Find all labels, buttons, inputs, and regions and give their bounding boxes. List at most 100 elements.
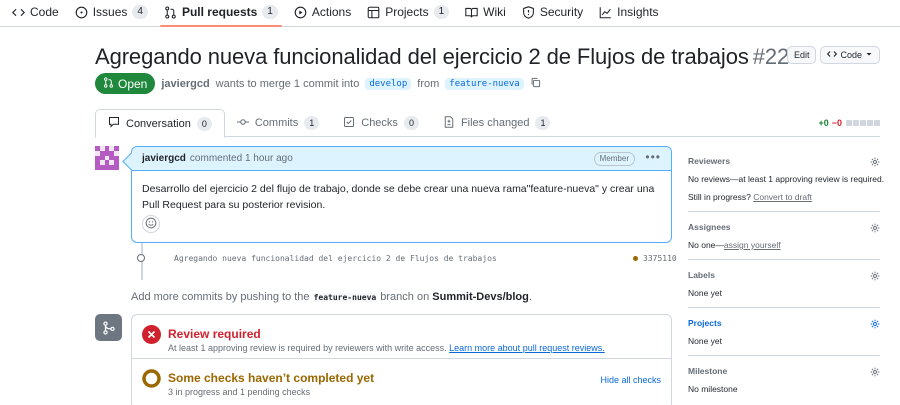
code-dropdown-button[interactable]: Code xyxy=(820,46,880,64)
review-required-text: At least 1 approving review is required … xyxy=(168,343,605,353)
sidebar-labels: Labels None yet xyxy=(688,260,880,308)
nav-code[interactable]: Code xyxy=(4,0,67,24)
nav-insights[interactable]: Insights xyxy=(591,0,666,24)
commit-message[interactable]: Agregando nueva funcionalidad del ejerci… xyxy=(174,254,497,263)
comment-timestamp[interactable]: commented 1 hour ago xyxy=(190,153,293,164)
sidebar-projects: Projects None yet xyxy=(688,308,880,356)
assignees-text: No one—assign yourself xyxy=(688,240,880,250)
pr-author-link[interactable]: javiergcd xyxy=(161,78,209,90)
commit-status-icon[interactable] xyxy=(633,256,638,261)
head-branch[interactable]: feature-nueva xyxy=(445,77,524,90)
sidebar-milestone: Milestone No milestone xyxy=(688,356,880,403)
pull-requests-counter: 1 xyxy=(262,5,278,19)
copy-icon[interactable] xyxy=(530,77,541,91)
diffstat-blocks xyxy=(845,118,880,128)
book-icon xyxy=(465,6,478,19)
edit-button[interactable]: Edit xyxy=(786,46,817,64)
avatar[interactable] xyxy=(95,146,119,170)
projects-title[interactable]: Projects xyxy=(688,318,880,328)
pr-title-text: Agregando nueva funcionalidad del ejerci… xyxy=(95,44,749,69)
checks-text: 3 in progress and 1 pending checks xyxy=(168,387,311,397)
nav-wiki[interactable]: Wiki xyxy=(457,0,514,24)
state-label: Open xyxy=(118,76,148,91)
pr-tabs: Conversation 0 Commits 1 Checks 0 Files … xyxy=(95,109,880,138)
assignees-prefix: No one— xyxy=(688,240,724,250)
nav-actions-label: Actions xyxy=(311,5,352,19)
labels-title[interactable]: Labels xyxy=(688,270,880,280)
tab-commits[interactable]: Commits 1 xyxy=(225,109,331,137)
pr-description-comment: javiergcd commented 1 hour ago Member ••… xyxy=(131,146,672,243)
add-more-suffix: . xyxy=(528,291,532,303)
assignees-title[interactable]: Assignees xyxy=(688,222,880,232)
hide-all-checks-button[interactable]: Hide all checks xyxy=(600,375,661,385)
checks-section: Some checks haven’t completed yet 3 in p… xyxy=(132,359,671,403)
issues-counter: 4 xyxy=(132,5,148,19)
comment-author[interactable]: javiergcd xyxy=(142,153,186,164)
repo-nav: Code Issues 4 Pull requests 1 Actions Pr… xyxy=(0,0,900,27)
checks-title: Some checks haven’t completed yet xyxy=(168,371,375,385)
tab-files-changed-count: 1 xyxy=(535,116,551,130)
diff-deletions: −0 xyxy=(831,118,842,128)
nav-pull-requests-label: Pull requests xyxy=(181,5,258,19)
nav-pull-requests[interactable]: Pull requests 1 xyxy=(156,0,286,27)
add-reaction-button[interactable] xyxy=(142,215,160,233)
convert-to-draft-link[interactable]: Convert to draft xyxy=(753,192,812,202)
caret-down-icon xyxy=(865,50,873,60)
commit-row: Agregando nueva funcionalidad del ejerci… xyxy=(131,250,677,266)
add-more-branch: feature-nueva xyxy=(312,293,378,302)
kebab-menu-icon[interactable]: ••• xyxy=(645,150,661,164)
nav-actions[interactable]: Actions xyxy=(286,0,359,24)
diffstat: +0 −0 xyxy=(818,118,880,128)
review-required-title: Review required xyxy=(168,327,261,341)
reviewers-title[interactable]: Reviewers xyxy=(688,156,880,166)
nav-issues[interactable]: Issues 4 xyxy=(67,0,156,24)
reviewers-progress: Still in progress? Convert to draft xyxy=(688,192,880,202)
assign-yourself-link[interactable]: assign yourself xyxy=(724,240,781,250)
commit-icon xyxy=(137,254,145,262)
page-title: Agregando nueva funcionalidad del ejerci… xyxy=(95,44,789,70)
tab-checks[interactable]: Checks 0 xyxy=(331,109,431,137)
comment-header: javiergcd commented 1 hour ago Member ••… xyxy=(132,147,671,171)
tab-conversation[interactable]: Conversation 0 xyxy=(95,109,225,138)
add-more-prefix: Add more commits by pushing to the xyxy=(131,291,310,303)
code-icon xyxy=(827,49,838,61)
nav-security-label: Security xyxy=(539,5,584,19)
gear-icon[interactable] xyxy=(870,366,880,377)
merge-box: Review required At least 1 approving rev… xyxy=(131,314,672,405)
tab-commits-label: Commits xyxy=(254,117,299,129)
nav-wiki-label: Wiki xyxy=(483,5,506,19)
projects-text: None yet xyxy=(688,336,723,346)
sidebar-assignees: Assignees No one—assign yourself xyxy=(688,212,880,260)
nav-security[interactable]: Security xyxy=(514,0,591,24)
tab-checks-count: 0 xyxy=(403,116,419,130)
learn-more-reviews-link[interactable]: Learn more about pull request reviews. xyxy=(449,343,605,353)
gear-icon[interactable] xyxy=(870,156,880,167)
gear-icon[interactable] xyxy=(870,222,880,233)
commit-sha[interactable]: 3375110 xyxy=(643,254,677,263)
commit-icon xyxy=(236,116,249,131)
projects-counter: 1 xyxy=(433,5,450,19)
tab-conversation-label: Conversation xyxy=(126,117,191,130)
add-more-middle: branch on xyxy=(380,291,430,303)
nav-issues-label: Issues xyxy=(92,5,128,19)
gear-icon[interactable] xyxy=(870,318,880,329)
milestone-title[interactable]: Milestone xyxy=(688,366,880,376)
x-circle-icon xyxy=(142,325,161,344)
code-icon xyxy=(12,6,25,19)
tab-files-changed-label: Files changed xyxy=(460,117,530,129)
issue-icon xyxy=(75,6,88,19)
tab-conversation-count: 0 xyxy=(196,116,212,131)
nav-projects[interactable]: Projects 1 xyxy=(359,0,457,24)
comment-body: Desarrollo del ejercicio 2 del flujo de … xyxy=(142,183,655,211)
review-required-section: Review required At least 1 approving rev… xyxy=(132,315,671,359)
base-branch[interactable]: develop xyxy=(365,77,412,90)
tab-files-changed[interactable]: Files changed 1 xyxy=(431,109,563,137)
add-more-repo-link[interactable]: Summit-Devs/blog xyxy=(432,291,529,303)
pr-sidebar: Reviewers No reviews—at least 1 approvin… xyxy=(688,146,885,403)
reviewers-text: No reviews—at least 1 approving review i… xyxy=(688,174,885,184)
diff-additions: +0 xyxy=(818,118,829,128)
from-text: from xyxy=(417,77,440,90)
gear-icon[interactable] xyxy=(870,270,880,281)
pr-meta: Open javiergcd wants to merge 1 commit i… xyxy=(95,73,541,94)
code-button-label: Code xyxy=(840,50,862,60)
